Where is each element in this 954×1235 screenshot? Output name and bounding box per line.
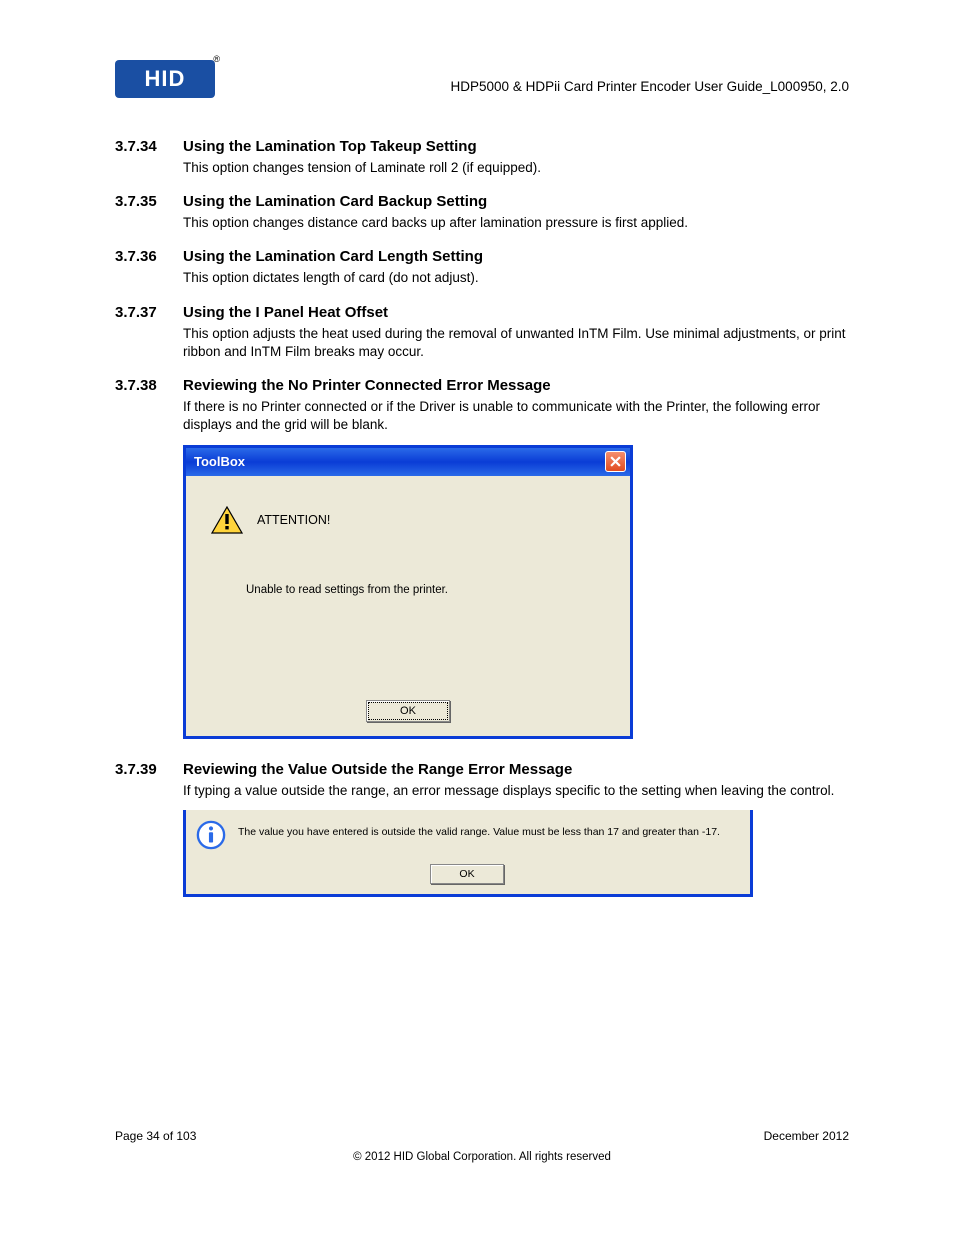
section-number: 3.7.35	[115, 193, 183, 210]
page-number: Page 34 of 103	[115, 1129, 196, 1143]
section-3-7-37: 3.7.37 Using the I Panel Heat Offset Thi…	[115, 304, 849, 361]
toolbox-dialog: ToolBox ATTENTION! Unable to read settin…	[183, 445, 633, 739]
footer-date: December 2012	[764, 1129, 849, 1143]
attention-label: ATTENTION!	[257, 513, 330, 527]
section-3-7-35: 3.7.35 Using the Lamination Card Backup …	[115, 193, 849, 232]
section-number: 3.7.34	[115, 138, 183, 155]
section-body: This option dictates length of card (do …	[183, 269, 849, 287]
dialog-message: The value you have entered is outside th…	[238, 826, 720, 838]
range-error-dialog: The value you have entered is outside th…	[183, 810, 753, 897]
section-title: Using the Lamination Top Takeup Setting	[183, 138, 477, 155]
ok-button[interactable]: OK	[366, 700, 450, 722]
ok-button[interactable]: OK	[430, 864, 504, 884]
section-3-7-34: 3.7.34 Using the Lamination Top Takeup S…	[115, 138, 849, 177]
section-3-7-38: 3.7.38 Reviewing the No Printer Connecte…	[115, 377, 849, 738]
section-title: Reviewing the Value Outside the Range Er…	[183, 761, 572, 778]
dialog-body: ATTENTION! Unable to read settings from …	[186, 476, 630, 736]
section-body: This option changes distance card backs …	[183, 214, 849, 232]
warning-icon	[211, 506, 243, 534]
section-number: 3.7.36	[115, 248, 183, 265]
section-body: This option adjusts the heat used during…	[183, 325, 849, 361]
section-title: Using the Lamination Card Length Setting	[183, 248, 483, 265]
dialog-titlebar: ToolBox	[186, 448, 630, 476]
hid-logo: HID	[115, 60, 215, 98]
section-3-7-36: 3.7.36 Using the Lamination Card Length …	[115, 248, 849, 287]
section-title: Using the I Panel Heat Offset	[183, 304, 388, 321]
section-number: 3.7.38	[115, 377, 183, 394]
copyright: © 2012 HID Global Corporation. All right…	[115, 1151, 849, 1163]
section-title: Using the Lamination Card Backup Setting	[183, 193, 487, 210]
info-icon	[196, 820, 226, 850]
section-number: 3.7.39	[115, 761, 183, 778]
section-3-7-39: 3.7.39 Reviewing the Value Outside the R…	[115, 761, 849, 897]
doc-title: HDP5000 & HDPii Card Printer Encoder Use…	[451, 79, 849, 98]
page-footer: Page 34 of 103 December 2012 © 2012 HID …	[115, 1129, 849, 1163]
close-icon[interactable]	[605, 451, 626, 472]
page-header: HID HDP5000 & HDPii Card Printer Encoder…	[115, 60, 849, 98]
section-body: If there is no Printer connected or if t…	[183, 398, 849, 434]
section-body: If typing a value outside the range, an …	[183, 782, 849, 800]
section-number: 3.7.37	[115, 304, 183, 321]
section-body: This option changes tension of Laminate …	[183, 159, 849, 177]
dialog-title: ToolBox	[194, 454, 245, 469]
section-title: Reviewing the No Printer Connected Error…	[183, 377, 551, 394]
dialog-message: Unable to read settings from the printer…	[246, 584, 448, 596]
